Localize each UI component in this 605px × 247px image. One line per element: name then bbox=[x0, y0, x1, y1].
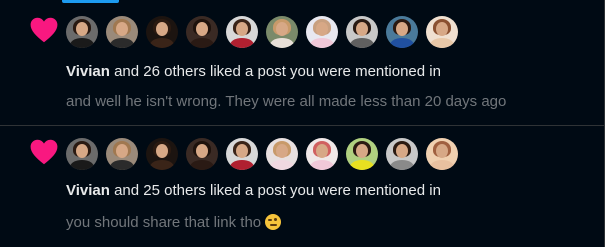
avatar-row bbox=[66, 138, 458, 170]
notification-action: and 25 others liked a post you were ment… bbox=[109, 182, 441, 199]
heart-icon bbox=[30, 17, 58, 43]
notification-item[interactable]: Vivian and 25 others liked a post you we… bbox=[0, 126, 604, 247]
avatar[interactable] bbox=[346, 138, 378, 170]
avatar[interactable] bbox=[146, 138, 178, 170]
avatar[interactable] bbox=[66, 16, 98, 48]
avatar[interactable] bbox=[106, 138, 138, 170]
avatar[interactable] bbox=[306, 138, 338, 170]
avatar[interactable] bbox=[266, 138, 298, 170]
avatar[interactable] bbox=[66, 138, 98, 170]
avatar[interactable] bbox=[226, 16, 258, 48]
avatar[interactable] bbox=[386, 138, 418, 170]
winking-face-icon bbox=[265, 214, 282, 230]
avatar[interactable] bbox=[106, 16, 138, 48]
avatar[interactable] bbox=[186, 16, 218, 48]
avatar-row bbox=[66, 16, 458, 48]
avatar[interactable] bbox=[306, 16, 338, 48]
post-snippet: you should share that link tho bbox=[66, 213, 282, 233]
avatar[interactable] bbox=[186, 138, 218, 170]
avatar[interactable] bbox=[346, 16, 378, 48]
avatar[interactable] bbox=[426, 16, 458, 48]
avatar[interactable] bbox=[386, 16, 418, 48]
actor-name[interactable]: Vivian bbox=[66, 182, 110, 199]
avatar[interactable] bbox=[226, 138, 258, 170]
notification-item[interactable]: Vivian and 26 others liked a post you we… bbox=[0, 0, 604, 126]
avatar[interactable] bbox=[146, 16, 178, 48]
post-snippet-text: you should share that link tho bbox=[66, 214, 262, 231]
post-snippet: and well he isn't wrong. They were all m… bbox=[66, 93, 507, 110]
heart-icon bbox=[30, 139, 58, 165]
avatar[interactable] bbox=[266, 16, 298, 48]
notification-text: Vivian and 25 others liked a post you we… bbox=[66, 181, 441, 201]
notification-action: and 26 others liked a post you were ment… bbox=[109, 63, 441, 80]
notification-text: Vivian and 26 others liked a post you we… bbox=[66, 62, 441, 82]
actor-name[interactable]: Vivian bbox=[66, 63, 110, 80]
avatar[interactable] bbox=[426, 138, 458, 170]
